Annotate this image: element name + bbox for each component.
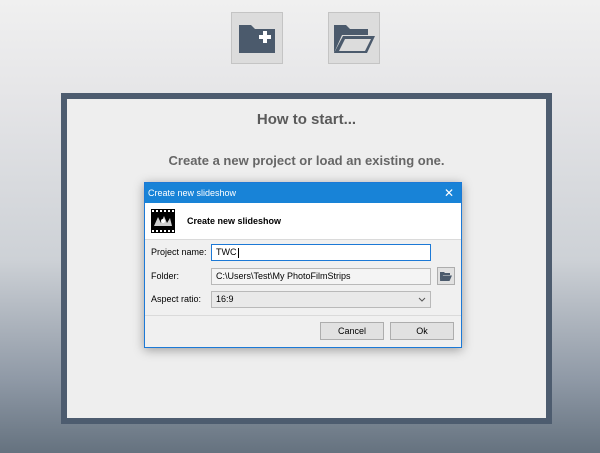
chevron-down-icon — [418, 292, 426, 307]
new-project-button[interactable] — [231, 12, 283, 64]
project-name-input[interactable]: TWC — [211, 244, 431, 261]
create-slideshow-dialog: Create new slideshow ✕ Create new slides… — [144, 182, 462, 348]
dialog-titlebar: Create new slideshow ✕ — [145, 183, 461, 203]
folder-open-icon — [334, 25, 375, 53]
close-icon[interactable]: ✕ — [437, 183, 461, 203]
folder-label: Folder: — [151, 271, 180, 281]
filmstrip-icon — [151, 209, 175, 233]
folder-open-icon — [440, 272, 452, 281]
folder-value: C:\Users\Test\My PhotoFilmStrips — [216, 271, 351, 281]
text-caret — [237, 247, 239, 258]
cancel-button[interactable]: Cancel — [320, 322, 384, 340]
start-title: How to start... — [256, 111, 357, 128]
open-project-button[interactable] — [328, 12, 380, 64]
dialog-footer: Cancel Ok — [145, 315, 461, 347]
dialog-window-title: Create new slideshow — [148, 188, 237, 198]
aspect-ratio-value: 16:9 — [216, 294, 234, 304]
folder-field[interactable]: C:\Users\Test\My PhotoFilmStrips — [211, 268, 431, 285]
dialog-header-title: Create new slideshow — [187, 216, 282, 226]
ok-button[interactable]: Ok — [390, 322, 454, 340]
browse-folder-button[interactable] — [437, 267, 455, 285]
folder-plus-icon — [239, 25, 275, 53]
aspect-ratio-select[interactable]: 16:9 — [211, 291, 431, 308]
dialog-header: Create new slideshow — [145, 203, 461, 240]
project-name-value: TWC — [216, 247, 237, 257]
project-name-label: Project name: — [151, 247, 207, 257]
start-subtitle: Create a new project or load an existing… — [168, 153, 445, 168]
aspect-ratio-label: Aspect ratio: — [151, 294, 202, 304]
